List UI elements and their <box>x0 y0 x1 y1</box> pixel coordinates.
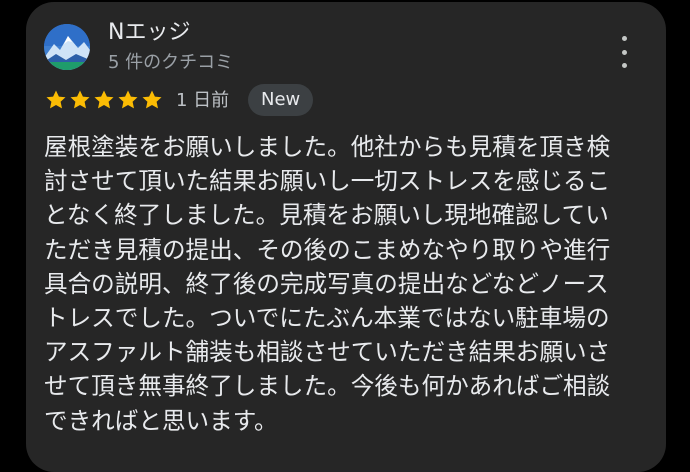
new-badge: New <box>248 84 314 116</box>
star-icon <box>118 90 138 109</box>
more-options-button[interactable] <box>614 36 634 68</box>
more-vert-icon <box>621 36 627 41</box>
author-name[interactable]: Nエッジ <box>108 18 190 48</box>
star-icon <box>142 90 162 109</box>
star-icon <box>94 90 114 109</box>
star-icon <box>46 90 66 109</box>
review-text: 屋根塗装をお願いしました。他社からも見積を頂き検 討させて頂いた結果お願いし一切… <box>44 133 611 435</box>
mountain-avatar-icon <box>44 24 90 70</box>
author-review-count[interactable]: 5 件のクチコミ <box>108 50 233 76</box>
avatar[interactable] <box>44 24 90 70</box>
star-icon <box>70 90 90 109</box>
review-card: Nエッジ 5 件のクチコミ 1 日前 New 屋根塗装をお願いしました。他社から… <box>26 2 666 472</box>
star-rating <box>44 88 164 112</box>
review-date: 1 日前 <box>176 90 230 111</box>
